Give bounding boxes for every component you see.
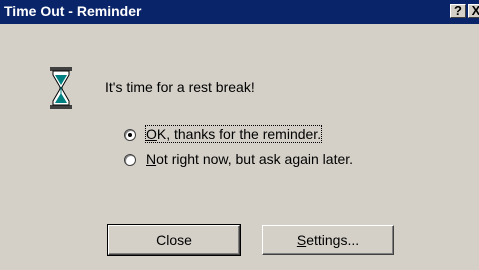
title-bar[interactable]: Time Out - Reminder ? X [0, 0, 479, 24]
reminder-message: It's time for a rest break! [105, 79, 255, 95]
radio-later[interactable] [124, 154, 136, 166]
radio-selected-dot [128, 133, 132, 137]
close-window-button[interactable]: X [468, 4, 479, 18]
help-button[interactable]: ? [450, 4, 466, 18]
settings-button[interactable]: Settings... [262, 225, 394, 255]
reminder-dialog: Time Out - Reminder ? X It's time for a … [0, 0, 479, 270]
hourglass-icon [50, 67, 72, 109]
option-ok-label[interactable]: OK, thanks for the reminder. [144, 125, 323, 143]
window-title: Time Out - Reminder [4, 3, 142, 19]
close-button[interactable]: Close [107, 224, 241, 256]
radio-ok[interactable] [124, 129, 136, 141]
option-later-label[interactable]: Not right now, but ask again later. [146, 151, 353, 167]
